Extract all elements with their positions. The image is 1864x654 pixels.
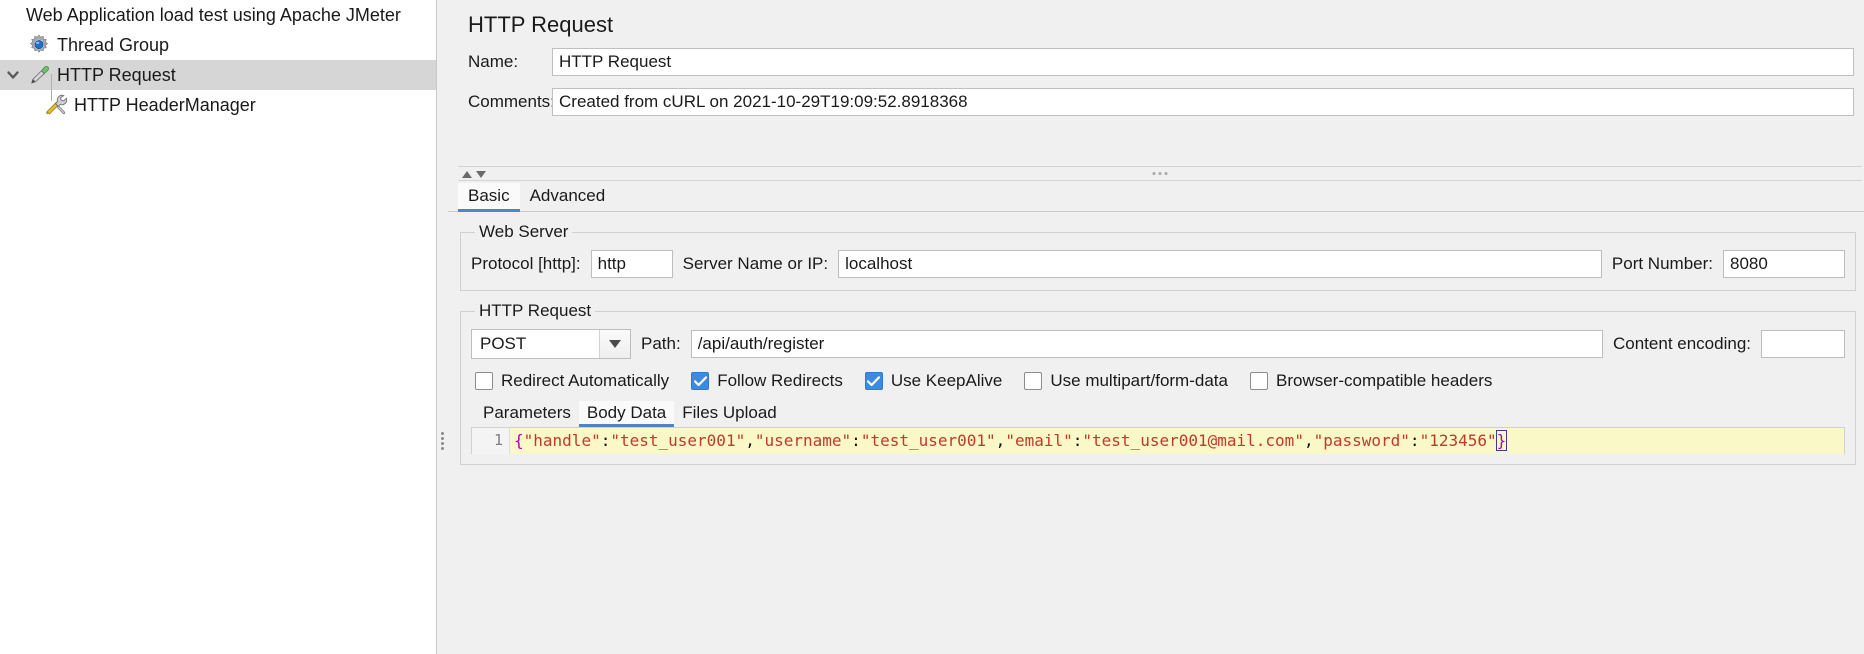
- checkbox-box[interactable]: [864, 372, 883, 390]
- tab-basic-label: Basic: [468, 186, 510, 205]
- checkbox-box[interactable]: [1249, 372, 1268, 390]
- checkbox-redirect-automatically[interactable]: Redirect Automatically: [475, 371, 669, 391]
- request-options-row: Redirect Automatically Follow Redirects …: [471, 361, 1845, 393]
- splitter-dots-icon: [1152, 172, 1168, 175]
- name-input[interactable]: [552, 48, 1854, 76]
- checkbox-label: Follow Redirects: [717, 371, 843, 390]
- line-number: 1: [493, 431, 503, 449]
- port-number-label: Port Number:: [1611, 254, 1713, 273]
- collapse-up-icon[interactable]: [462, 165, 472, 183]
- name-label: Name:: [468, 52, 519, 71]
- main-tabstrip[interactable]: Basic Advanced: [448, 181, 1864, 212]
- checkbox-box[interactable]: [1024, 372, 1043, 390]
- tree-node-root[interactable]: Web Application load test using Apache J…: [0, 0, 436, 30]
- test-plan-tree[interactable]: Web Application load test using Apache J…: [0, 0, 437, 654]
- checkbox-label: Use multipart/form-data: [1050, 371, 1228, 390]
- tree-node-http-headermanager[interactable]: HTTP HeaderManager: [0, 90, 436, 120]
- header-manager-icon: [43, 92, 69, 118]
- port-number-input[interactable]: [1723, 250, 1845, 278]
- tab-parameters[interactable]: Parameters: [475, 401, 579, 427]
- tree-root-label: Web Application load test using Apache J…: [26, 4, 401, 25]
- code-area[interactable]: {"handle":"test_user001","username":"tes…: [510, 428, 1844, 454]
- tree-item-label: HTTP HeaderManager: [74, 94, 256, 115]
- web-server-legend: Web Server: [479, 222, 569, 241]
- comments-label: Comments:: [468, 92, 555, 111]
- path-input[interactable]: [690, 330, 1603, 358]
- thread-group-icon: [26, 32, 52, 58]
- chevron-down-icon[interactable]: [599, 330, 630, 358]
- content-encoding-input[interactable]: [1761, 330, 1845, 358]
- protocol-input[interactable]: [590, 250, 673, 278]
- http-request-legend: HTTP Request: [479, 301, 592, 320]
- splitter-grip-icon: [441, 432, 444, 450]
- tab-parameters-label: Parameters: [483, 403, 571, 422]
- code-line-1[interactable]: {"handle":"test_user001","username":"tes…: [510, 428, 1844, 454]
- jmeter-window: Web Application load test using Apache J…: [0, 0, 1864, 654]
- tab-advanced-label: Advanced: [529, 186, 606, 205]
- tab-basic[interactable]: Basic: [458, 183, 520, 212]
- chevron-down-icon[interactable]: [0, 60, 26, 90]
- tab-body-data-label: Body Data: [586, 403, 667, 422]
- checkbox-use-multipart-form-data[interactable]: Use multipart/form-data: [1024, 371, 1228, 391]
- comments-row: Comments:: [448, 88, 1864, 116]
- tab-body-data[interactable]: Body Data: [578, 401, 675, 427]
- collapse-down-icon[interactable]: [476, 165, 486, 183]
- tree-root-spacer: [0, 0, 26, 30]
- http-request-group: HTTP Request POST Path: Content encoding…: [460, 301, 1856, 465]
- tree-item-label: Thread Group: [57, 34, 170, 55]
- tab-advanced[interactable]: Advanced: [520, 183, 616, 211]
- name-row: Name:: [448, 48, 1864, 76]
- comments-input[interactable]: [552, 88, 1854, 116]
- server-name-input[interactable]: [838, 250, 1602, 278]
- http-request-editor-pane: HTTP Request Name: Comments:: [448, 0, 1864, 654]
- http-request-row: POST Path: Content encoding:: [471, 325, 1845, 361]
- vertical-splitter[interactable]: [437, 0, 448, 654]
- web-server-group: Web Server Protocol [http]: Server Name …: [460, 222, 1856, 291]
- web-server-row: Protocol [http]: Server Name or IP: Port…: [471, 246, 1845, 280]
- checkbox-box[interactable]: [475, 372, 493, 390]
- tree-item-label: HTTP Request: [57, 64, 176, 85]
- path-label: Path:: [641, 334, 681, 353]
- basic-tab-content: Web Server Protocol [http]: Server Name …: [448, 212, 1864, 654]
- tree-node-http-request[interactable]: HTTP Request: [0, 60, 436, 90]
- method-value: POST: [480, 334, 527, 353]
- checkbox-browser-compatible-headers[interactable]: Browser-compatible headers: [1249, 371, 1493, 391]
- tree-node-thread-group[interactable]: Thread Group: [0, 30, 436, 60]
- content-encoding-label: Content encoding:: [1613, 334, 1751, 353]
- tree-twisty-spacer: [0, 30, 26, 60]
- checkbox-label: Browser-compatible headers: [1275, 371, 1493, 390]
- body-tabstrip[interactable]: Parameters Body Data Files Upload: [471, 399, 1845, 427]
- checkbox-label: Use KeepAlive: [890, 371, 1003, 390]
- method-combobox[interactable]: POST: [471, 329, 631, 359]
- server-name-label: Server Name or IP:: [682, 254, 829, 273]
- checkbox-use-keepalive[interactable]: Use KeepAlive: [864, 371, 1003, 391]
- upper-spacer: [448, 128, 1864, 166]
- line-number-gutter: 1: [472, 428, 510, 454]
- page-title: HTTP Request: [468, 12, 614, 37]
- protocol-label: Protocol [http]:: [471, 254, 581, 273]
- body-data-editor[interactable]: 1 {"handle":"test_user001","username":"t…: [471, 427, 1845, 454]
- checkbox-box[interactable]: [691, 372, 710, 390]
- checkbox-label: Redirect Automatically: [501, 371, 670, 390]
- splitter-one-touch-arrows[interactable]: [462, 165, 486, 183]
- tab-files-upload[interactable]: Files Upload: [674, 401, 785, 427]
- tab-files-upload-label: Files Upload: [682, 403, 777, 422]
- http-request-icon: [26, 62, 52, 88]
- checkbox-follow-redirects[interactable]: Follow Redirects: [691, 371, 843, 391]
- horizontal-splitter[interactable]: [458, 166, 1862, 181]
